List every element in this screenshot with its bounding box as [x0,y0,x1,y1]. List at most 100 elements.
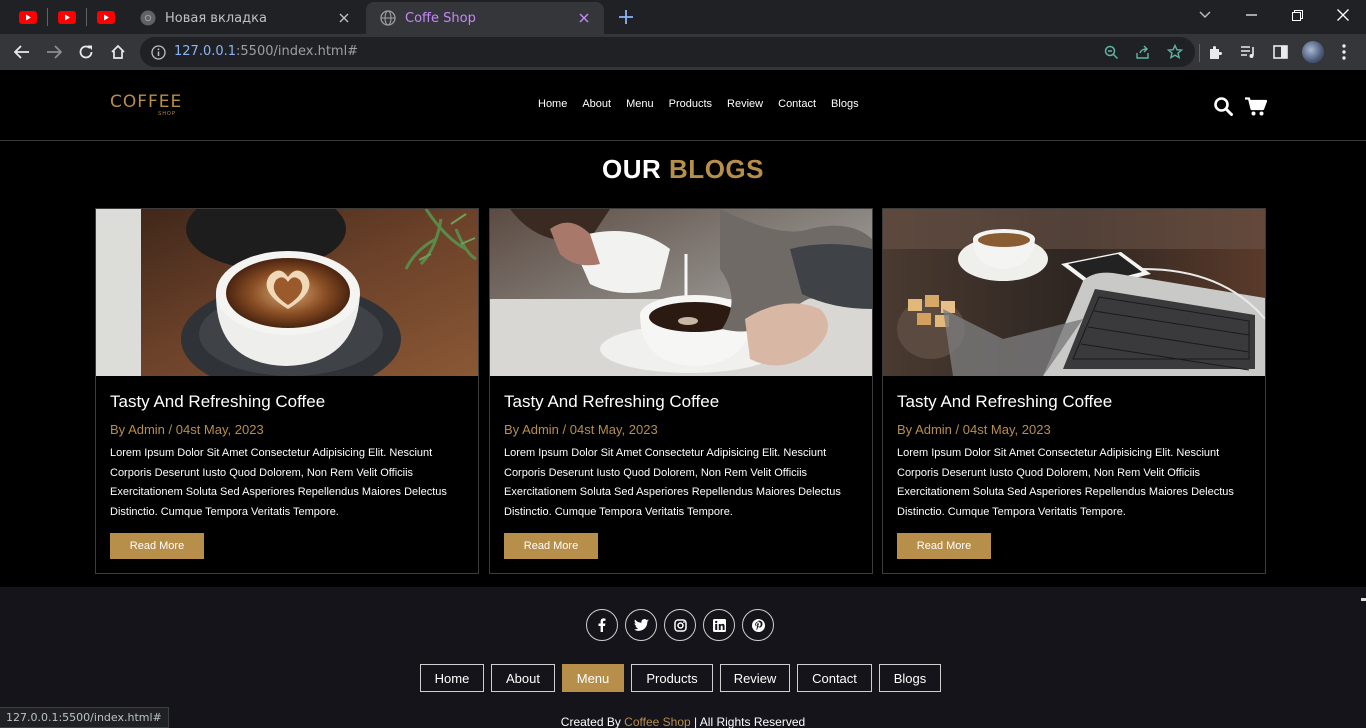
facebook-icon [598,618,606,632]
nav-link-products[interactable]: Products [669,98,712,110]
youtube-icon [19,10,37,24]
logo-text: COFFEE [110,92,183,112]
pinned-tab-youtube[interactable] [56,6,78,28]
tab-coffe-shop[interactable]: Coffe Shop [366,2,604,34]
chrome-icon [140,10,156,26]
tab-new-tab[interactable]: Новая вкладка [126,2,364,34]
restore-icon [1291,9,1303,21]
search-button[interactable] [1212,95,1234,117]
tab-title: Новая вкладка [165,10,267,26]
zoom-icon[interactable] [1101,42,1121,62]
minimize-button[interactable] [1228,0,1274,30]
nav-link-contact[interactable]: Contact [778,98,816,110]
globe-icon [380,10,396,26]
twitter-link[interactable] [625,609,657,641]
web-page: COFFEE SHOP Home About Menu Products Rev… [0,70,1366,728]
forward-button[interactable] [40,38,68,66]
profile-avatar[interactable] [1302,41,1324,63]
site-info-icon[interactable] [148,42,168,62]
card-text: Lorem Ipsum Dolor Sit Amet Consectetur A… [897,447,1234,518]
share-icon[interactable] [1133,42,1153,62]
home-icon [111,44,125,59]
status-bar-url: 127.0.0.1:5500/index.html# [0,707,169,728]
browser-tabstrip: Новая вкладка Coffe Shop [0,0,1366,34]
read-more-button[interactable]: Read More [504,533,598,559]
tab-search-button[interactable] [1182,0,1228,30]
linkedin-icon [712,618,726,632]
url-path: :5500/index.html# [236,44,359,59]
blog-image-coffee-laptop [883,209,1265,376]
youtube-icon [97,10,115,24]
card-meta: By Admin / 04st May, 2023 [110,422,264,437]
credit-prefix: Created By [560,715,621,728]
pinned-tab-youtube[interactable] [17,6,39,28]
blog-card: Tasty And Refreshing Coffee By Admin / 0… [95,208,479,574]
section-title-gold: BLOGS [669,154,764,184]
footer-link-about[interactable]: About [491,664,555,692]
credit-brand-link[interactable]: Coffee Shop [624,715,691,728]
nav-link-about[interactable]: About [582,98,611,110]
restore-button[interactable] [1274,0,1320,30]
facebook-link[interactable] [586,609,618,641]
footer-link-review[interactable]: Review [720,664,790,692]
bookmark-star-icon[interactable] [1165,42,1185,62]
read-more-button[interactable]: Read More [897,533,991,559]
copyright-credit: Created By Coffee Shop | All Rights Rese… [0,715,1366,728]
home-button[interactable] [104,38,132,66]
scrollbar-thumb[interactable] [1361,598,1366,601]
coffee-logo[interactable]: COFFEE SHOP [110,92,181,118]
toolbar-separator [1199,44,1200,62]
reload-button[interactable] [72,38,100,66]
card-title[interactable]: Tasty And Refreshing Coffee [110,392,325,412]
read-more-button[interactable]: Read More [110,533,204,559]
section-title-white: OUR [602,154,662,184]
side-panel-icon [1272,45,1288,59]
footer-link-contact[interactable]: Contact [797,664,872,692]
card-text: Lorem Ipsum Dolor Sit Amet Consectetur A… [110,447,447,518]
footer-link-blogs[interactable]: Blogs [879,664,941,692]
blog-image-latte-art [96,209,478,376]
site-header: COFFEE SHOP Home About Menu Products Rev… [0,70,1366,141]
instagram-link[interactable] [664,609,696,641]
footer-link-products[interactable]: Products [631,664,713,692]
shopping-cart-icon [1245,96,1267,115]
footer-link-menu[interactable]: Menu [562,664,624,692]
pinned-tab-youtube[interactable] [95,6,117,28]
nav-link-review[interactable]: Review [727,98,763,110]
playlist-icon [1241,46,1254,58]
nav-link-home[interactable]: Home [538,98,567,110]
plus-icon [619,10,633,24]
cart-button[interactable] [1245,95,1267,117]
close-tab-icon[interactable] [336,10,352,26]
media-control-button[interactable] [1234,38,1262,66]
url-host: 127.0.0.1 [174,44,237,59]
logo-subtext: SHOP [158,111,177,117]
kebab-menu-icon [1342,44,1346,60]
card-meta: By Admin / 04st May, 2023 [897,422,1051,437]
close-tab-icon[interactable] [576,10,592,26]
footer-link-home[interactable]: Home [420,664,484,692]
address-bar[interactable]: 127.0.0.1:5500/index.html# [140,37,1195,67]
blog-card: Tasty And Refreshing Coffee By Admin / 0… [489,208,873,574]
search-icon [1213,96,1233,116]
nav-link-menu[interactable]: Menu [626,98,654,110]
close-window-button[interactable] [1320,0,1366,30]
card-title[interactable]: Tasty And Refreshing Coffee [897,392,1112,412]
linkedin-link[interactable] [703,609,735,641]
blog-card: Tasty And Refreshing Coffee By Admin / 0… [882,208,1266,574]
extensions-button[interactable] [1202,38,1230,66]
back-button[interactable] [8,38,36,66]
arrow-right-icon [47,45,62,59]
browser-menu-button[interactable] [1330,38,1358,66]
reload-icon [79,45,93,59]
side-panel-button[interactable] [1266,38,1294,66]
nav-link-blogs[interactable]: Blogs [831,98,859,110]
main-nav: Home About Menu Products Review Contact … [538,98,874,110]
site-footer: Home About Menu Products Review Contact … [0,587,1366,728]
pinterest-icon [751,618,765,632]
card-title[interactable]: Tasty And Refreshing Coffee [504,392,719,412]
pinterest-link[interactable] [742,609,774,641]
new-tab-button[interactable] [616,7,636,27]
section-title: OUR BLOGS [0,154,1366,185]
arrow-left-icon [14,45,29,59]
